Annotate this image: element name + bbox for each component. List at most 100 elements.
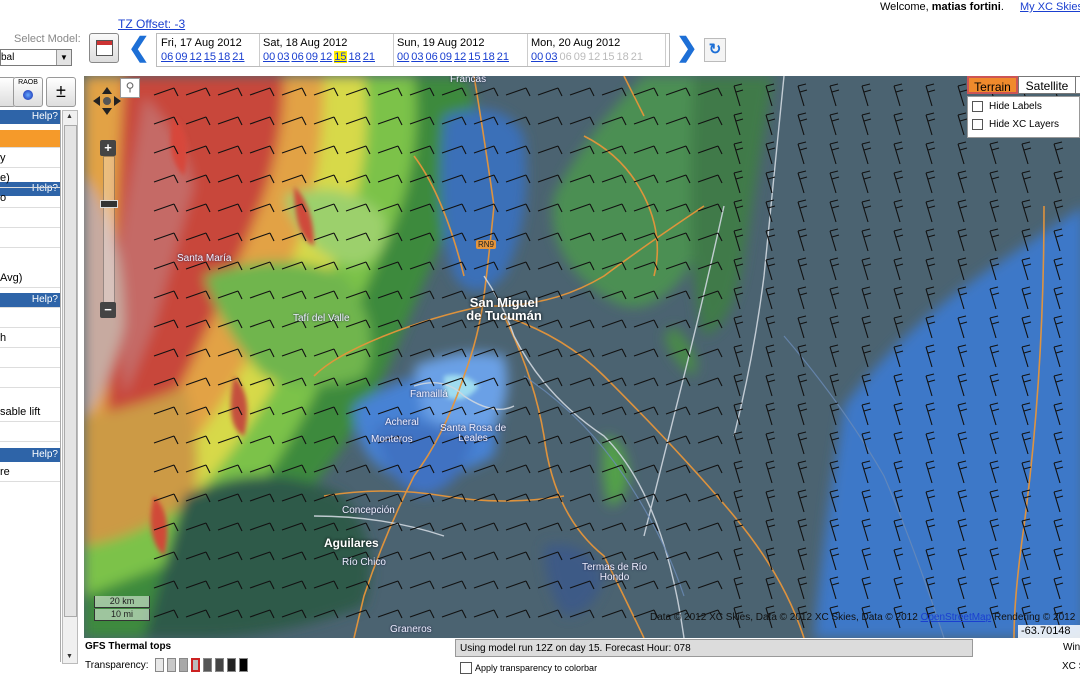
forecast-hour-link[interactable]: 00 xyxy=(531,51,543,63)
my-xc-skies-link[interactable]: My XC Skies xyxy=(1020,1,1080,13)
forecast-hour-link[interactable]: 09 xyxy=(175,51,187,63)
forecast-hour-link[interactable]: 15 xyxy=(204,51,216,63)
transparency-swatch[interactable] xyxy=(227,658,236,672)
zoom-track[interactable] xyxy=(103,156,115,310)
layer-list-item[interactable]: h xyxy=(0,330,60,348)
map-canvas[interactable]: Francas Santa María Tafí del Valle San M… xyxy=(84,76,1080,638)
forecast-hour-link[interactable]: 06 xyxy=(161,51,173,63)
prev-time-button[interactable]: ❮ xyxy=(128,34,150,60)
zoom-out-button[interactable]: − xyxy=(100,302,116,318)
raob-button[interactable]: RAOB xyxy=(13,77,43,107)
forecast-hour-link[interactable]: 03 xyxy=(545,51,557,63)
forecast-day: Sat, 18 Aug 2012 00 03 06 09 12 15 18 21 xyxy=(259,34,394,66)
forecast-hour-link[interactable]: 18 xyxy=(483,51,495,63)
raob-label: RAOB xyxy=(18,79,38,86)
forecast-hour-link[interactable]: 12 xyxy=(454,51,466,63)
forecast-hours: 00 03 06 09 12 15 18 21 xyxy=(263,51,377,63)
transparency-swatch[interactable] xyxy=(179,658,188,672)
hide-xc-layers-checkbox[interactable] xyxy=(972,119,983,130)
plus-minus-button[interactable]: ± xyxy=(46,77,76,107)
forecast-hour-link[interactable]: 06 xyxy=(426,51,438,63)
forecast-hour-link[interactable]: 03 xyxy=(277,51,289,63)
forecast-hour-link[interactable]: 03 xyxy=(411,51,423,63)
refresh-icon: ↻ xyxy=(708,41,722,58)
scroll-down-icon[interactable]: ▼ xyxy=(64,651,75,663)
forecast-day: Fri, 17 Aug 2012 06 09 12 15 18 21 xyxy=(157,34,260,66)
layer-list-item[interactable]: y xyxy=(0,150,60,168)
forecast-hour-link[interactable]: 12 xyxy=(320,51,332,63)
transparency-swatch[interactable] xyxy=(203,658,212,672)
forecast-hour-link[interactable]: 09 xyxy=(306,51,318,63)
layer-options-panel: Hide Labels Hide XC Layers xyxy=(967,96,1080,138)
pan-control[interactable] xyxy=(92,86,122,116)
welcome-suffix: . xyxy=(1000,1,1004,13)
map-attribution: Data © 2012 XC Skies, Data © 2012 XC Ski… xyxy=(650,612,1075,623)
forecast-hour-link[interactable]: 18 xyxy=(349,51,361,63)
transparency-swatch[interactable] xyxy=(191,658,200,672)
layer-list-item[interactable] xyxy=(0,350,60,368)
layer-list-item[interactable]: Avg) xyxy=(0,270,60,288)
layer-list-item[interactable]: o xyxy=(0,190,60,208)
layer-list-item[interactable] xyxy=(0,424,60,442)
layer-list-item[interactable] xyxy=(0,230,60,248)
scroll-up-icon[interactable]: ▲ xyxy=(64,111,75,123)
layer-list-item[interactable]: re xyxy=(0,464,60,482)
layer-list-item[interactable] xyxy=(0,130,60,148)
model-select-value: bal xyxy=(1,52,15,63)
right-panel-label: Win xyxy=(1063,642,1080,653)
layer-list-item[interactable] xyxy=(0,210,60,228)
layer-list-item[interactable] xyxy=(0,310,60,328)
zoom-slider-thumb[interactable] xyxy=(100,200,118,208)
place-label: Termas de Río Hondo xyxy=(582,563,647,583)
right-panel-label: XC S xyxy=(1062,661,1080,672)
calendar-button[interactable] xyxy=(89,33,119,63)
transparency-swatch[interactable] xyxy=(167,658,176,672)
tz-offset-link[interactable]: TZ Offset: -3 xyxy=(118,17,185,31)
apply-transparency-checkbox[interactable] xyxy=(460,662,472,674)
left-panel-scrollbar[interactable]: ▲ ▼ xyxy=(62,110,78,664)
hide-labels-option[interactable]: Hide Labels xyxy=(972,101,1042,112)
place-label: Famaillá xyxy=(410,389,448,400)
layer-list-item[interactable]: sable lift xyxy=(0,404,60,422)
forecast-hour-link[interactable]: 06 xyxy=(292,51,304,63)
forecast-hour-link: 12 xyxy=(588,51,601,63)
pan-arrows-icon xyxy=(93,87,121,115)
forecast-hour-link[interactable]: 00 xyxy=(263,51,275,63)
satellite-layer-button[interactable]: Satellite xyxy=(1018,76,1076,94)
forecast-hour-link[interactable]: 00 xyxy=(397,51,409,63)
forecast-hour-link[interactable]: 21 xyxy=(497,51,509,63)
map-search-button[interactable]: ⚲ xyxy=(120,78,140,98)
cursor-coordinates: -63.70148 xyxy=(1018,625,1080,638)
forecast-hour-link[interactable]: 09 xyxy=(440,51,452,63)
scroll-thumb[interactable] xyxy=(64,125,77,617)
model-select[interactable]: bal ▼ xyxy=(0,49,72,66)
forecast-day: Sun, 19 Aug 2012 00 03 06 09 12 15 18 21 xyxy=(393,34,528,66)
transparency-swatch[interactable] xyxy=(155,658,164,672)
transparency-swatch[interactable] xyxy=(239,658,248,672)
transparency-swatch[interactable] xyxy=(215,658,224,672)
forecast-hour-link[interactable]: 12 xyxy=(190,51,202,63)
hide-labels-checkbox[interactable] xyxy=(972,101,983,112)
forecast-hour-link: 21 xyxy=(630,51,643,63)
openstreetmap-link[interactable]: OpenStreetMap xyxy=(921,612,992,623)
layer-list-item[interactable] xyxy=(0,370,60,388)
refresh-button[interactable]: ↻ xyxy=(704,38,726,62)
terrain-layer-button[interactable]: Terrain xyxy=(967,76,1018,94)
forecast-hour-link[interactable]: 15 xyxy=(334,51,347,63)
forecast-hour-link[interactable]: 21 xyxy=(232,51,244,63)
forecast-day-label: Fri, 17 Aug 2012 xyxy=(161,37,242,49)
help-link[interactable]: Help? xyxy=(0,110,60,124)
hide-xc-layers-option[interactable]: Hide XC Layers xyxy=(972,119,1059,130)
scale-mi: 10 mi xyxy=(94,609,150,621)
help-link[interactable]: Help? xyxy=(0,448,60,462)
forecast-hour-link[interactable]: 15 xyxy=(468,51,480,63)
layer-list-item[interactable]: e) xyxy=(0,170,60,188)
place-label: Río Chico xyxy=(342,557,386,568)
extra-layer-button[interactable] xyxy=(1075,76,1080,94)
zoom-in-button[interactable]: + xyxy=(100,140,116,156)
welcome-text: Welcome, matias fortini. xyxy=(880,1,1004,13)
forecast-hour-link[interactable]: 21 xyxy=(363,51,375,63)
next-time-button[interactable]: ❯ xyxy=(676,34,698,60)
forecast-hour-link[interactable]: 18 xyxy=(218,51,230,63)
help-link[interactable]: Help? xyxy=(0,293,60,307)
